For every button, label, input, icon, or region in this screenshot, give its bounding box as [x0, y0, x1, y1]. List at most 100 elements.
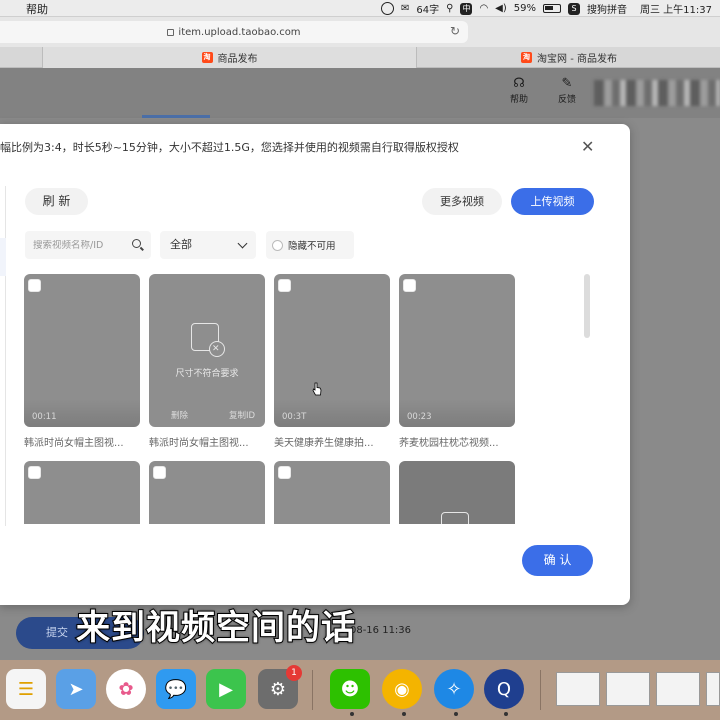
- battery-percent: 59%: [513, 3, 536, 14]
- video-card[interactable]: 00:23 荞麦枕园柱枕芯视频...: [399, 274, 515, 449]
- upload-video-button[interactable]: 上传视频: [511, 188, 594, 215]
- refresh-button[interactable]: 刷 新: [25, 188, 88, 215]
- messages-icon[interactable]: 💬: [156, 669, 196, 709]
- folder-sidebar: [0, 186, 6, 526]
- input-method-label[interactable]: 搜狗拼音: [587, 1, 627, 16]
- confirm-button[interactable]: 确 认: [522, 545, 593, 576]
- video-title: 韩派时尚女帽主图视...: [149, 438, 249, 449]
- menu-help[interactable]: 帮助: [26, 1, 48, 17]
- address-bar[interactable]: item.upload.taobao.com ↻: [0, 21, 468, 43]
- volume-icon[interactable]: ◀): [495, 3, 507, 14]
- photos-icon[interactable]: ✿: [106, 669, 146, 709]
- taobao-logo-icon: 淘: [201, 52, 213, 63]
- folder-selected-item[interactable]: [0, 238, 6, 276]
- chevron-down-icon: [237, 238, 248, 249]
- system-preferences-icon[interactable]: ⚙ 1: [258, 665, 302, 709]
- facetime-icon[interactable]: ▶: [206, 669, 246, 709]
- video-card-unavailable: [399, 461, 515, 524]
- battery-icon[interactable]: [543, 4, 561, 13]
- filter-selected-value: 全部: [170, 238, 192, 251]
- lock-icon: [167, 28, 175, 36]
- chrome-icon[interactable]: ◉: [382, 669, 422, 709]
- search-input[interactable]: [33, 239, 125, 251]
- wifi-icon[interactable]: ◠: [479, 3, 488, 14]
- dock-separator: [540, 670, 541, 710]
- video-card[interactable]: 00:3T 美天健康养生健康拍...: [274, 274, 390, 449]
- dialog-requirements-text: 幅比例为3:4，时长5秒~15分钟，大小不超过1.5G，您选择并使用的视频需自行…: [0, 141, 459, 154]
- hide-unavailable-label: 隐藏不可用: [288, 241, 336, 252]
- grid-scrollbar[interactable]: [583, 274, 591, 524]
- active-nav-indicator: [142, 115, 210, 118]
- feedback-icon: ✎: [561, 76, 573, 91]
- video-thumbnail[interactable]: [149, 461, 265, 524]
- scrollbar-thumb[interactable]: [584, 274, 590, 338]
- minimized-window-thumbnail[interactable]: [606, 672, 650, 706]
- url-text: item.upload.taobao.com: [178, 26, 301, 38]
- video-card[interactable]: 00:11 韩派时尚女帽主图视...: [24, 274, 140, 449]
- video-card[interactable]: [149, 461, 265, 524]
- header-feedback[interactable]: ✎ 反馈: [552, 76, 582, 105]
- video-search: [25, 231, 151, 259]
- video-duration: 00:11: [32, 412, 57, 422]
- page-header: ☊ 帮助 ✎ 反馈: [0, 68, 720, 118]
- ime-cn-icon[interactable]: 中: [460, 2, 473, 15]
- header-help[interactable]: ☊ 帮助: [504, 76, 534, 105]
- video-grid: 00:11 韩派时尚女帽主图视... ✕ 尺寸不符合要求 删除 复制ID 韩派时…: [24, 274, 594, 524]
- search-icon[interactable]: [132, 239, 141, 248]
- video-status-text: 尺寸不符合要求: [175, 369, 239, 379]
- video-thumbnail[interactable]: 00:23: [399, 274, 515, 427]
- video-card-unavailable[interactable]: ✕ 尺寸不符合要求 删除 复制ID 韩派时尚女帽主图视...: [149, 274, 265, 449]
- video-subtitle: 来到视频空间的话: [75, 607, 356, 649]
- reload-icon[interactable]: ↻: [450, 24, 460, 38]
- video-space-dialog: 幅比例为3:4，时长5秒~15分钟，大小不超过1.5G，您选择并使用的视频需自行…: [0, 124, 630, 605]
- tab-label: 商品发布: [217, 54, 258, 65]
- record-icon[interactable]: [380, 2, 394, 15]
- tab-product-publish[interactable]: 淘 商品发布: [42, 47, 417, 68]
- delete-link[interactable]: 删除: [171, 409, 188, 421]
- wechat-icon[interactable]: ☻: [330, 669, 370, 709]
- ime-status[interactable]: 64字: [416, 1, 439, 16]
- quicktime-icon[interactable]: Q: [484, 669, 524, 709]
- maps-icon[interactable]: ➤: [56, 669, 96, 709]
- minimized-window-thumbnail[interactable]: [706, 672, 720, 706]
- video-thumbnail: [399, 461, 515, 524]
- minimized-window-thumbnail[interactable]: [556, 672, 600, 706]
- copy-id-link[interactable]: 复制ID: [229, 409, 255, 421]
- video-checkbox[interactable]: [278, 279, 291, 292]
- minimized-window-thumbnail[interactable]: [656, 672, 700, 706]
- video-card[interactable]: [274, 461, 390, 524]
- video-thumbnail: ✕ 尺寸不符合要求 删除 复制ID: [149, 274, 265, 427]
- filter-select[interactable]: 全部: [160, 231, 256, 259]
- header-feedback-label: 反馈: [557, 95, 576, 105]
- notification-badge: 1: [286, 665, 302, 681]
- more-videos-button[interactable]: 更多视频: [422, 188, 502, 215]
- dock: ☰ ➤ ✿ 💬 ▶ ⚙ 1 ☻ ◉ ✧ Q: [0, 660, 720, 720]
- taobao-logo-icon: 淘: [521, 52, 533, 63]
- video-thumbnail[interactable]: [24, 461, 140, 524]
- video-thumbnail[interactable]: 00:3T: [274, 274, 390, 427]
- hide-unavailable-toggle[interactable]: 隐藏不可用: [266, 231, 354, 259]
- video-thumbnail[interactable]: [274, 461, 390, 524]
- video-checkbox[interactable]: [403, 279, 416, 292]
- close-icon[interactable]: ✕: [581, 137, 594, 156]
- video-checkbox[interactable]: [153, 466, 166, 479]
- safari-icon[interactable]: ✧: [434, 669, 474, 709]
- dock-separator: [312, 670, 313, 710]
- video-checkbox[interactable]: [28, 466, 41, 479]
- tab-label: 淘宝网 - 商品发布: [537, 54, 617, 65]
- tab-taobao-product-publish[interactable]: 淘 淘宝网 - 商品发布: [418, 47, 720, 68]
- reminders-icon[interactable]: ☰: [6, 669, 46, 709]
- hide-unavailable-radio[interactable]: [272, 239, 283, 251]
- video-checkbox[interactable]: [28, 279, 41, 292]
- wechat-icon[interactable]: ✉: [401, 3, 409, 14]
- mic-icon[interactable]: ⚲: [446, 3, 453, 14]
- video-checkbox[interactable]: [278, 466, 291, 479]
- video-title: 美天健康养生健康拍...: [274, 438, 374, 449]
- running-indicator: [504, 712, 508, 716]
- headset-icon: ☊: [513, 76, 525, 91]
- clock[interactable]: 周三 上午11:37: [640, 1, 712, 16]
- video-card[interactable]: [24, 461, 140, 524]
- blurred-username: [594, 80, 720, 106]
- size-mismatch-icon: [441, 512, 469, 524]
- video-thumbnail[interactable]: 00:11: [24, 274, 140, 427]
